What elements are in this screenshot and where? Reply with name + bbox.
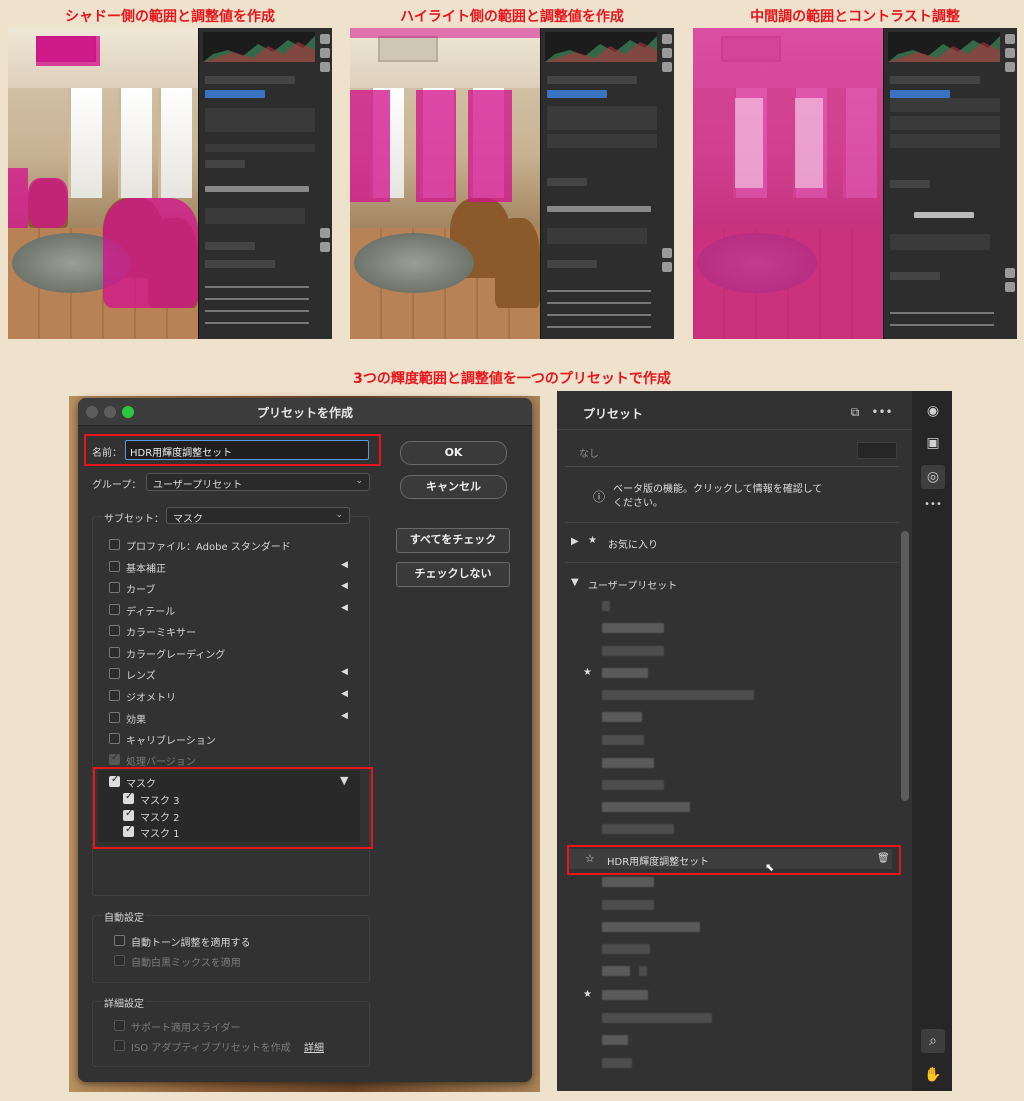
advanced-option-label: ISO アダプティブプリセットを作成 [131, 1043, 291, 1054]
mask-highlight-box [93, 767, 373, 849]
item-label: レンズ [126, 671, 156, 682]
checkbox-auto-bw [114, 955, 125, 966]
masks-panel [540, 28, 674, 339]
thumbnail-shadow-mask [8, 28, 332, 339]
presets-icon[interactable]: ◎ [921, 465, 945, 489]
caption-shadow: シャドー側の範囲と調整値を作成 [65, 9, 275, 25]
preset-highlight-box [567, 845, 901, 875]
layers-icon[interactable]: ▣ [921, 431, 945, 455]
caption-main: 3つの輝度範囲と調整値を一つのプリセットで作成 [353, 371, 671, 387]
expand-triangle-icon[interactable]: ◀ [341, 560, 348, 570]
presets-scrollbar[interactable] [901, 531, 909, 801]
star-icon: ★ [583, 989, 592, 1000]
preset-none-label: なし [579, 449, 599, 460]
auto-option-label: 自動白黒ミックスを適用 [131, 958, 241, 969]
expand-triangle-icon[interactable]: ◀ [341, 667, 348, 677]
presets-title: プリセット [583, 407, 644, 421]
subset-select-value: マスク [173, 514, 203, 525]
item-label: キャリブレーション [126, 736, 216, 747]
presets-panel: プリセット ⧉ ••• なし ⓘ ベータ版の機能。クリックして情報を確認してくだ… [557, 391, 912, 1091]
advanced-box [92, 1001, 370, 1067]
auto-settings-title: 自動設定 [102, 909, 146, 924]
thumbnail-midtone-mask [693, 28, 1017, 339]
checkbox-detail[interactable] [109, 604, 120, 615]
checkbox-calibration[interactable] [109, 733, 120, 744]
group-label: グループ： [92, 480, 142, 491]
subset-label: サブセット： [102, 510, 166, 525]
checkbox-color-mixer[interactable] [109, 625, 120, 636]
checkbox-iso-adaptive [114, 1040, 125, 1051]
room-photo [8, 28, 198, 339]
item-label: カーブ [126, 585, 156, 596]
expand-favorites-icon[interactable]: ▶ [571, 536, 579, 547]
new-preset-icon[interactable]: ⧉ [843, 400, 867, 424]
masks-panel [883, 28, 1017, 339]
dialog-title: プリセットを作成 [256, 406, 353, 420]
amount-box[interactable] [857, 442, 897, 459]
details-link[interactable]: 詳細 [304, 1039, 324, 1054]
name-highlight-box [84, 434, 381, 466]
checkbox-curve[interactable] [109, 582, 120, 593]
checkbox-process-version [109, 752, 120, 765]
checkbox-geometry[interactable] [109, 690, 120, 701]
item-label: ディテール [126, 607, 176, 618]
collapse-user-presets-icon[interactable]: ▼ [571, 577, 579, 588]
expand-triangle-icon[interactable]: ◀ [341, 711, 348, 721]
favorites-group[interactable]: お気に入り [608, 536, 658, 551]
chevron-down-icon: ⌄ [335, 510, 343, 520]
expand-triangle-icon[interactable]: ◀ [341, 603, 348, 613]
eye-add-icon[interactable]: ◉ [921, 399, 945, 423]
checkbox-basic[interactable] [109, 561, 120, 572]
item-label: 効果 [126, 715, 146, 726]
create-preset-dialog: プリセットを作成 名前： HDR用輝度調整セット OK キャンセル グループ： … [78, 398, 532, 1082]
group-select-value: ユーザープリセット [153, 480, 243, 491]
group-select[interactable]: ユーザープリセット ⌄ [146, 473, 370, 491]
zoom-icon[interactable]: ⌕ [921, 1029, 945, 1053]
auto-settings-box [92, 915, 370, 983]
room-photo [350, 28, 540, 339]
subset-select[interactable]: マスク ⌄ [166, 507, 350, 525]
ok-button[interactable]: OK [400, 441, 507, 465]
more-icon[interactable]: ••• [921, 493, 945, 517]
item-label: 処理バージョン [126, 757, 196, 768]
checkbox-auto-tone[interactable] [114, 935, 125, 946]
item-label: プロファイル：Adobe スタンダード [126, 542, 291, 553]
item-label: カラーミキサー [126, 628, 196, 639]
right-toolstrip: ◉ ▣ ◎ ••• ⌕ ✋ [912, 391, 952, 1091]
room-photo [693, 28, 883, 339]
auto-option-label: 自動トーン調整を適用する [131, 938, 251, 949]
info-icon: ⓘ [593, 490, 606, 504]
item-label: カラーグレーディング [126, 650, 226, 661]
more-options-icon[interactable]: ••• [870, 400, 894, 424]
checkbox-profile[interactable] [109, 539, 120, 550]
beta-notice[interactable]: ベータ版の機能。クリックして情報を確認してください。 [613, 483, 828, 511]
caption-highlight: ハイライト側の範囲と調整値を作成 [400, 9, 624, 25]
item-label: 基本補正 [126, 564, 166, 575]
user-presets-group[interactable]: ユーザープリセット [588, 577, 677, 592]
check-all-button[interactable]: すべてをチェック [396, 528, 510, 553]
advanced-option-label: サポート適用スライダー [131, 1023, 241, 1034]
cancel-button[interactable]: キャンセル [400, 475, 507, 499]
expand-triangle-icon[interactable]: ◀ [341, 689, 348, 699]
caption-midtone: 中間調の範囲とコントラスト調整 [750, 9, 960, 25]
check-none-button[interactable]: チェックしない [396, 562, 510, 587]
checkbox-effects[interactable] [109, 712, 120, 723]
chevron-down-icon: ⌄ [355, 476, 363, 486]
expand-triangle-icon[interactable]: ◀ [341, 581, 348, 591]
checkbox-support-slider [114, 1020, 125, 1031]
item-label: ジオメトリ [126, 693, 176, 704]
advanced-title: 詳細設定 [102, 995, 146, 1010]
star-icon: ★ [583, 667, 592, 678]
checkbox-color-grading[interactable] [109, 647, 120, 658]
thumbnail-highlight-mask [350, 28, 674, 339]
checkbox-lens[interactable] [109, 668, 120, 679]
hand-icon[interactable]: ✋ [921, 1063, 945, 1087]
star-icon: ★ [588, 535, 597, 546]
dialog-titlebar: プリセットを作成 [78, 398, 532, 426]
masks-panel [198, 28, 332, 339]
